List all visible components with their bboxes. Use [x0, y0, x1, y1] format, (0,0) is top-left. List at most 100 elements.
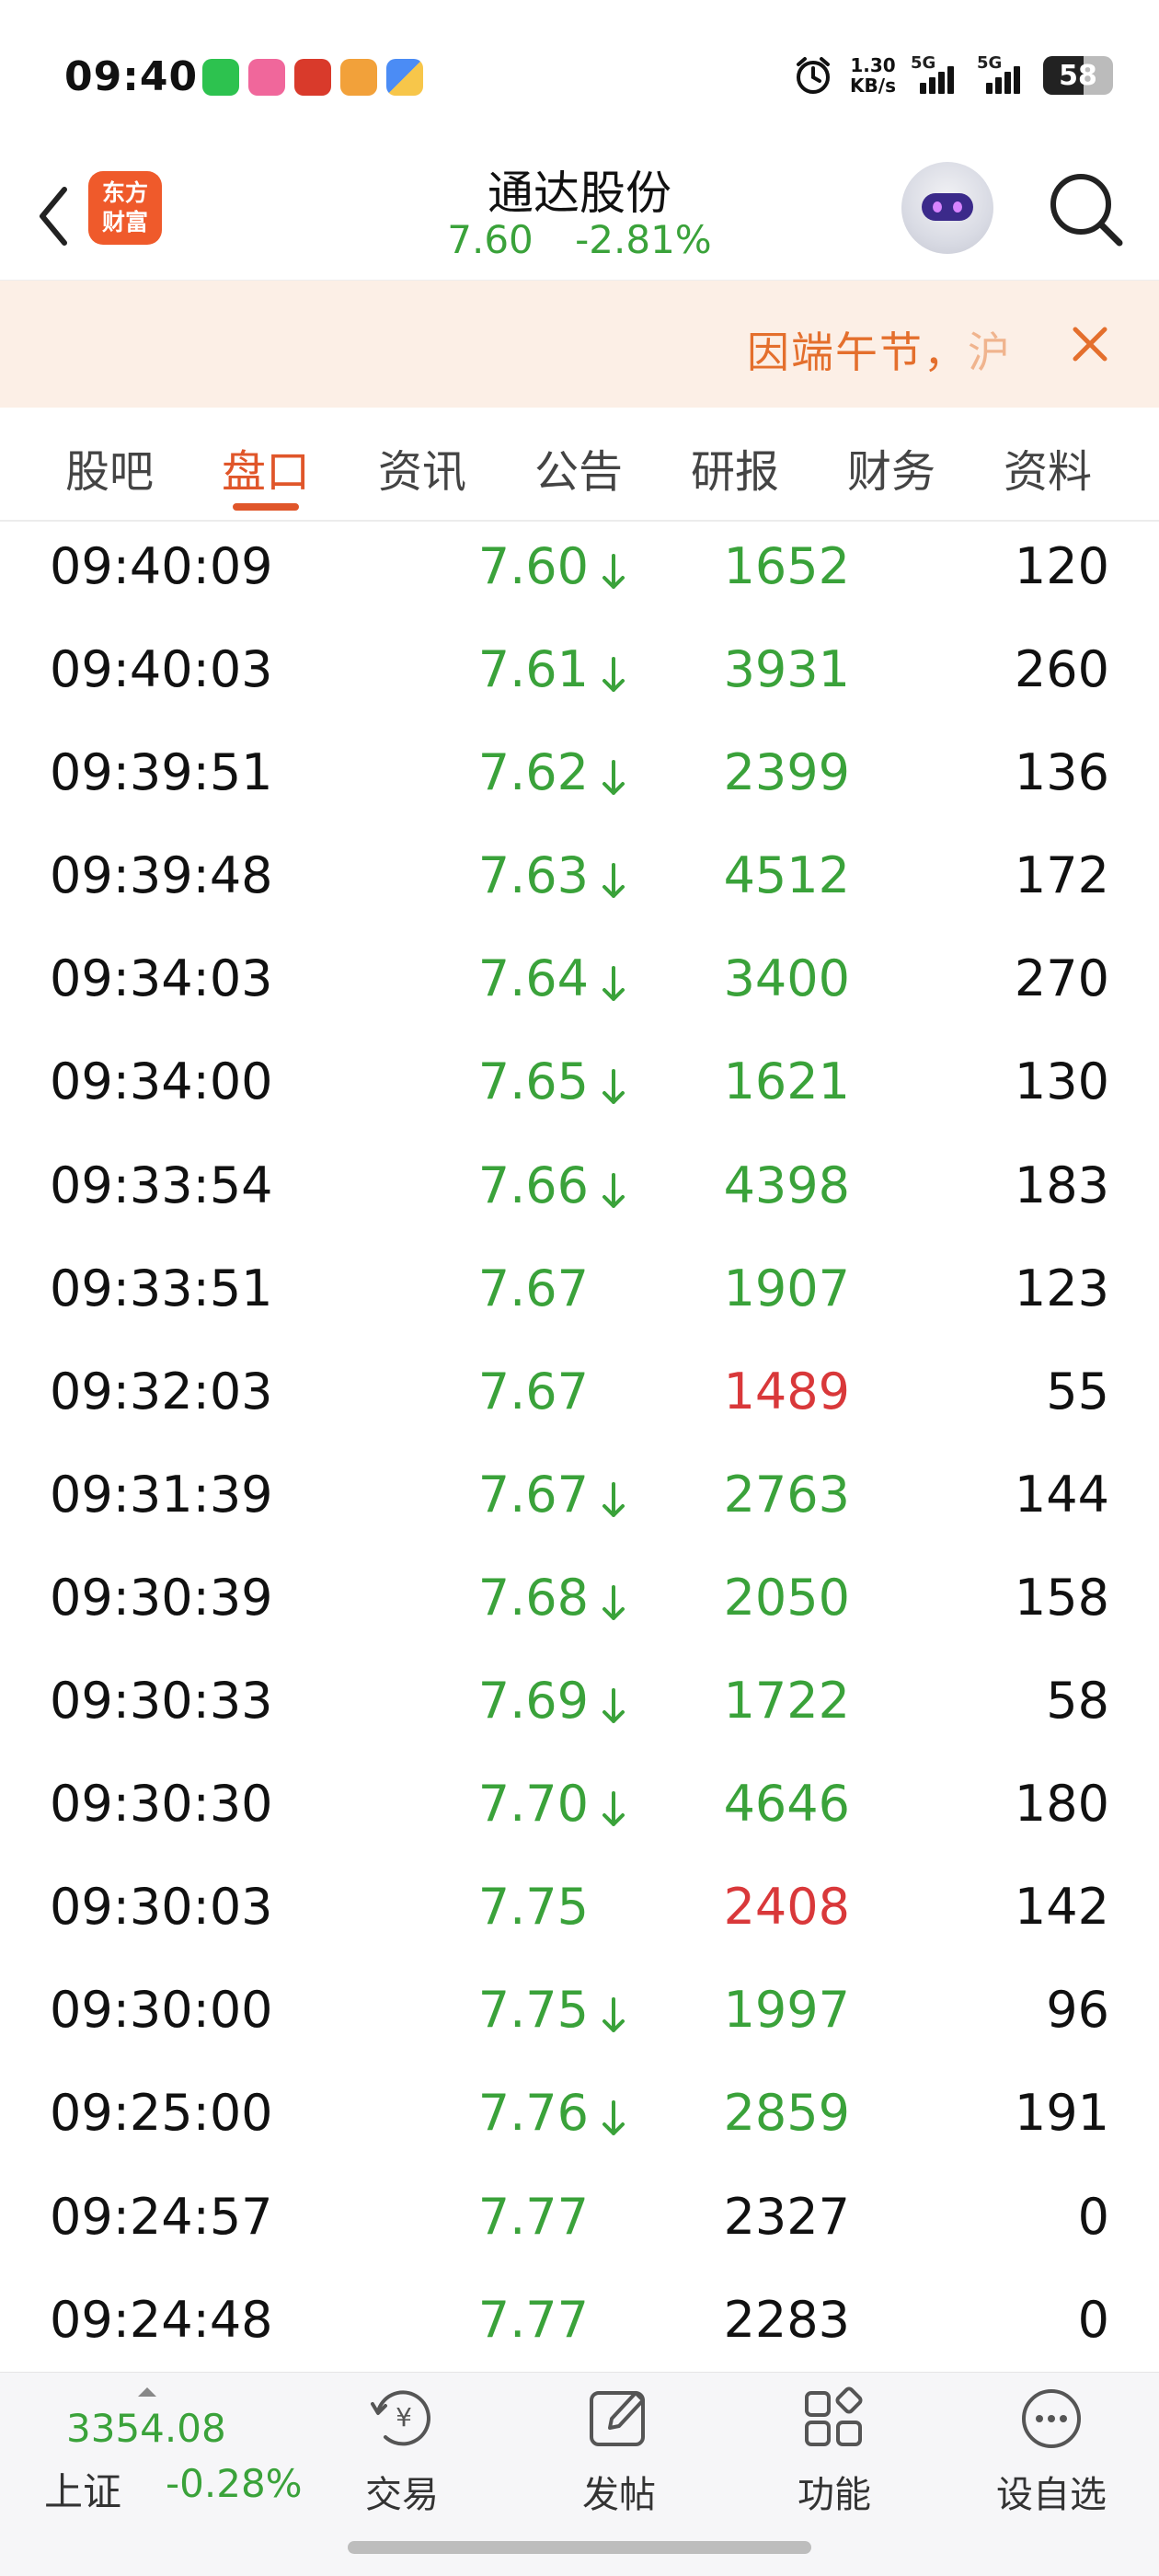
tick-time: 09:34:00	[50, 1052, 273, 1111]
tick-volume: 2408	[723, 1878, 850, 1937]
tick-row: 09:32:03 7.67 1489 55	[0, 1340, 1159, 1443]
nav-functions-button[interactable]: 功能	[756, 2384, 912, 2518]
tick-price: 7.75	[477, 1981, 589, 2040]
tick-time: 09:39:51	[50, 743, 273, 802]
tick-time: 09:25:00	[50, 2084, 273, 2143]
tick-price: 7.67	[477, 1259, 589, 1317]
tick-price: 7.66	[477, 1156, 589, 1214]
tick-volume: 1621	[723, 1052, 850, 1111]
stock-header: 东方 财富 通达股份 7.60 -2.81%	[0, 156, 1159, 281]
signal-label: 5G	[911, 53, 936, 73]
net-speed-value: 1.30	[850, 54, 896, 76]
tick-count: 158	[1014, 1568, 1109, 1627]
tick-row: 09:30:30 7.70 4646 180	[0, 1753, 1159, 1856]
nav-trade-label: 交易	[365, 2474, 439, 2516]
trade-ticks-list[interactable]: 09:40:09 7.60 1652 120 09:40:03 7.61 3931 260 09…	[0, 515, 1159, 2372]
tick-row: 09:39:51 7.62 2399 136	[0, 721, 1159, 824]
tick-price: 7.68	[477, 1568, 589, 1627]
notice-text-faded: 沪	[968, 328, 1012, 377]
tick-time: 09:30:00	[50, 1981, 273, 2040]
net-speed: 1.30 KB/s	[850, 55, 896, 96]
tick-count: 183	[1014, 1156, 1109, 1214]
banner-close-button[interactable]	[1058, 312, 1122, 376]
tick-volume: 1997	[723, 1981, 850, 2040]
tick-volume: 2327	[723, 2187, 850, 2246]
tick-count: 0	[1077, 2187, 1109, 2246]
tick-time: 09:40:09	[50, 537, 273, 595]
tab-bar: 股吧 盘口 资讯 公告 研报 财务 资料	[0, 408, 1159, 522]
ai-assistant-avatar[interactable]	[901, 162, 993, 254]
arrow-down-icon	[600, 1784, 627, 1827]
battery-icon: 58	[1043, 56, 1113, 95]
index-name: 上证	[44, 2469, 122, 2514]
tick-count: 136	[1014, 743, 1109, 802]
bilibili-icon	[248, 59, 285, 96]
caret-up-icon	[138, 2387, 156, 2397]
status-indicators: 1.30 KB/s 5G 5G 58	[791, 53, 1113, 98]
svg-text:¥: ¥	[396, 2402, 412, 2432]
index-change: -0.28%	[166, 2461, 303, 2506]
search-icon	[1050, 174, 1123, 247]
tick-volume: 2399	[723, 743, 850, 802]
tick-row: 09:25:00 7.76 2859 191	[0, 2062, 1159, 2165]
tick-price: 7.70	[477, 1775, 589, 1834]
tick-volume: 3931	[723, 640, 850, 699]
tick-volume: 4646	[723, 1775, 850, 1834]
tick-row: 09:30:39 7.68 2050 158	[0, 1547, 1159, 1650]
tick-volume: 4512	[723, 846, 850, 905]
tick-price: 7.69	[477, 1672, 589, 1731]
arrow-down-icon	[600, 753, 627, 796]
arrow-down-icon	[600, 650, 627, 693]
notice-text-main: 因端午节，	[747, 328, 968, 377]
tick-price: 7.65	[477, 1052, 589, 1111]
tick-count: 120	[1014, 537, 1109, 595]
tab-pankou[interactable]: 盘口	[188, 408, 344, 520]
tick-row: 09:34:03 7.64 3400 270	[0, 927, 1159, 1030]
search-button[interactable]	[1044, 167, 1127, 250]
add-watchlist-icon	[1022, 2389, 1081, 2448]
notice-banner[interactable]: 因端午节，沪	[0, 281, 1159, 408]
status-bar: 09:40 1.30 KB/s 5G 5G 58	[0, 0, 1159, 156]
tab-research[interactable]: 研报	[657, 408, 813, 520]
arrow-down-icon	[600, 959, 627, 1002]
tick-count: 130	[1014, 1052, 1109, 1111]
tab-news[interactable]: 资讯	[344, 408, 500, 520]
nav-post-label: 发帖	[582, 2474, 656, 2516]
video-app-icon	[340, 59, 377, 96]
tick-time: 09:34:03	[50, 949, 273, 1008]
tick-volume: 1489	[723, 1362, 850, 1420]
tick-time: 09:39:48	[50, 846, 273, 905]
nav-add-watchlist-button[interactable]: 设自选	[973, 2384, 1130, 2518]
tick-time: 09:24:57	[50, 2187, 273, 2246]
tick-price: 7.63	[477, 846, 589, 905]
tab-guba[interactable]: 股吧	[31, 408, 188, 520]
arrow-down-icon	[600, 1681, 627, 1724]
tick-time: 09:24:48	[50, 2290, 273, 2349]
nav-add-watchlist-label: 设自选	[996, 2474, 1107, 2516]
tick-price: 7.60	[477, 537, 589, 595]
arrow-down-icon	[600, 1062, 627, 1105]
tick-time: 09:30:30	[50, 1775, 273, 1834]
tick-volume: 2283	[723, 2290, 850, 2349]
home-indicator[interactable]	[348, 2541, 811, 2554]
tab-finance[interactable]: 财务	[813, 408, 970, 520]
tick-count: 172	[1014, 846, 1109, 905]
status-time: 09:40	[64, 53, 199, 100]
arrow-down-icon	[600, 546, 627, 589]
tick-time: 09:30:03	[50, 1878, 273, 1937]
notice-text: 因端午节，沪	[747, 319, 1012, 380]
browser-app-icon	[386, 59, 423, 96]
nav-trade-button[interactable]: ¥ 交易	[324, 2384, 480, 2518]
tick-count: 260	[1014, 640, 1109, 699]
tick-volume: 1652	[723, 537, 850, 595]
nav-post-button[interactable]: 发帖	[541, 2384, 697, 2518]
tick-row: 09:33:54 7.66 4398 183	[0, 1134, 1159, 1237]
tab-profile[interactable]: 资料	[970, 408, 1126, 520]
tick-price: 7.64	[477, 949, 589, 1008]
tick-volume: 2859	[723, 2084, 850, 2143]
arrow-down-icon	[600, 856, 627, 899]
close-icon	[1073, 327, 1107, 362]
tick-count: 58	[1046, 1672, 1109, 1731]
tick-count: 96	[1046, 1981, 1109, 2040]
tab-announcements[interactable]: 公告	[500, 408, 657, 520]
